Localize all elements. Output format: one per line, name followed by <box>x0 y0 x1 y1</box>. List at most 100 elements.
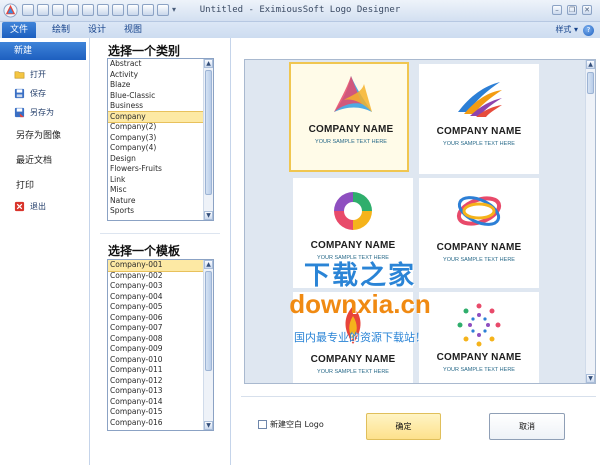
company-name: COMPANY NAME <box>310 240 396 251</box>
list-item[interactable]: Company-004 <box>108 292 213 303</box>
logo-card[interactable]: COMPANY NAME YOUR SAMPLE TEXT HERE <box>419 64 539 174</box>
triangle-swirl-logo-icon <box>334 76 372 112</box>
wing-stripes-logo-icon <box>458 82 502 117</box>
scroll-thumb[interactable] <box>205 271 212 371</box>
flame-logo-icon <box>345 306 361 344</box>
window-title: Untitled - EximiousSoft Logo Designer <box>199 5 401 15</box>
company-name: COMPANY NAME <box>436 242 522 253</box>
list-item[interactable]: Company-003 <box>108 281 213 292</box>
list-item[interactable]: Company-009 <box>108 344 213 355</box>
save-as-menu-item[interactable]: 另存为 <box>14 104 54 120</box>
company-name: COMPANY NAME <box>310 354 396 365</box>
company-name: COMPANY NAME <box>308 124 394 135</box>
scroll-up-icon[interactable]: ▲ <box>586 60 595 69</box>
ok-button[interactable]: 确定 <box>366 413 441 440</box>
scroll-thumb[interactable] <box>205 70 212 195</box>
tab-file[interactable]: 文件 <box>2 22 37 38</box>
template-list[interactable]: Company-001 Company-002 Company-003 Company… <box>107 259 214 431</box>
gallery-scrollbar[interactable]: ▲ ▼ <box>585 60 595 383</box>
list-item[interactable]: Activity <box>108 70 213 81</box>
list-item[interactable]: Blue-Classic <box>108 91 213 102</box>
company-slogan: YOUR SAMPLE TEXT HERE <box>443 257 515 263</box>
scroll-up-icon[interactable]: ▲ <box>204 260 213 269</box>
open-menu-item[interactable]: 打开 <box>14 66 46 82</box>
list-item[interactable]: Company-006 <box>108 313 213 324</box>
list-item[interactable]: Company-011 <box>108 365 213 376</box>
list-item[interactable]: Company-005 <box>108 302 213 313</box>
company-name: COMPANY NAME <box>436 126 522 137</box>
list-item[interactable]: Nature <box>108 196 213 207</box>
logo-card[interactable]: COMPANY NAME YOUR SAMPLE TEXT HERE <box>293 178 413 288</box>
company-slogan: YOUR SAMPLE TEXT HERE <box>317 369 389 375</box>
list-item[interactable]: Company-008 <box>108 334 213 345</box>
save-as-label: 另存为 <box>30 107 54 117</box>
save-icon <box>14 88 25 98</box>
save-menu-item[interactable]: 保存 <box>14 85 46 101</box>
category-list[interactable]: Abstract Activity Blaze Blue-Classic Busines… <box>107 58 214 221</box>
category-scrollbar[interactable]: ▲ ▼ <box>203 59 213 220</box>
style-menu[interactable]: 样式 ▾ <box>555 22 578 38</box>
save-as-image-menu-item[interactable]: 另存为图像 <box>16 128 61 141</box>
scroll-up-icon[interactable]: ▲ <box>204 59 213 68</box>
list-item[interactable]: Company-012 <box>108 376 213 387</box>
scroll-down-icon[interactable]: ▼ <box>204 421 213 430</box>
logo-card[interactable]: COMPANY NAME YOUR SAMPLE TEXT HERE <box>289 62 409 172</box>
main-area: COMPANY NAME YOUR SAMPLE TEXT HERE COMPA… <box>230 38 600 465</box>
exit-icon <box>14 201 25 211</box>
list-item[interactable]: Company-016 <box>108 418 213 429</box>
ring-swirl-logo-icon <box>334 192 372 230</box>
scroll-down-icon[interactable]: ▼ <box>204 211 213 220</box>
checkbox-box[interactable] <box>258 420 267 429</box>
save-label: 保存 <box>30 88 46 98</box>
company-name: COMPANY NAME <box>436 352 522 363</box>
logo-card[interactable]: COMPANY NAME YOUR SAMPLE TEXT HERE <box>419 292 539 383</box>
list-item[interactable]: Misc <box>108 185 213 196</box>
close-button[interactable]: ✕ <box>582 5 592 15</box>
help-icon[interactable]: ? <box>583 25 594 36</box>
orbit-logo-icon <box>456 196 502 226</box>
list-item[interactable]: Abstract <box>108 59 213 70</box>
new-menu-item[interactable]: 新建 <box>0 42 86 60</box>
exit-menu-item[interactable]: 退出 <box>14 198 46 214</box>
exit-label: 退出 <box>30 201 46 211</box>
dot-spiral-logo-icon <box>457 303 501 347</box>
list-item[interactable]: Company-014 <box>108 397 213 408</box>
template-scrollbar[interactable]: ▲ ▼ <box>203 260 213 430</box>
tab-view[interactable]: 视图 <box>116 22 150 38</box>
print-menu-item[interactable]: 打印 <box>16 178 34 191</box>
tab-draw[interactable]: 绘制 <box>44 22 78 38</box>
list-item[interactable]: Company-013 <box>108 386 213 397</box>
list-item[interactable]: Blaze <box>108 80 213 91</box>
list-item[interactable]: Design <box>108 154 213 165</box>
cancel-button[interactable]: 取消 <box>489 413 565 440</box>
list-item[interactable]: Company(3) <box>108 133 213 144</box>
tab-design[interactable]: 设计 <box>80 22 114 38</box>
open-label: 打开 <box>30 69 46 79</box>
title-bar: ▾ Untitled - EximiousSoft Logo Designer … <box>0 0 600 22</box>
list-item[interactable]: Company(4) <box>108 143 213 154</box>
list-item[interactable]: Sports <box>108 206 213 217</box>
file-menu: 新建 打开 保存 另存为 另存为图像 最近文档 打印 退出 <box>0 38 90 465</box>
list-item[interactable]: Company-002 <box>108 271 213 282</box>
new-blank-logo-checkbox[interactable]: 新建空白 Logo <box>258 419 324 430</box>
recent-documents-menu-item[interactable]: 最近文档 <box>16 153 52 166</box>
logo-gallery: COMPANY NAME YOUR SAMPLE TEXT HERE COMPA… <box>244 59 596 384</box>
minimize-button[interactable]: – <box>552 5 562 15</box>
scroll-down-icon[interactable]: ▼ <box>586 374 595 383</box>
logo-card[interactable]: COMPANY NAME YOUR SAMPLE TEXT HERE <box>419 178 539 288</box>
list-item[interactable]: Company-010 <box>108 355 213 366</box>
list-item[interactable]: Link <box>108 175 213 186</box>
list-item[interactable]: Flowers-Fruits <box>108 164 213 175</box>
list-item[interactable]: Company <box>108 110 213 123</box>
list-item[interactable]: Company-007 <box>108 323 213 334</box>
list-item[interactable]: Business <box>108 101 213 112</box>
template-title: 选择一个模板 <box>108 244 181 258</box>
list-item[interactable]: Company-015 <box>108 407 213 418</box>
logo-card[interactable]: COMPANY NAME YOUR SAMPLE TEXT HERE <box>293 292 413 383</box>
list-item[interactable]: Company(2) <box>108 122 213 133</box>
company-slogan: YOUR SAMPLE TEXT HERE <box>317 255 389 261</box>
pane-divider <box>100 233 220 234</box>
restore-button[interactable]: ❐ <box>567 5 577 15</box>
list-item[interactable]: Company-001 <box>108 260 213 272</box>
scroll-thumb[interactable] <box>587 72 594 94</box>
